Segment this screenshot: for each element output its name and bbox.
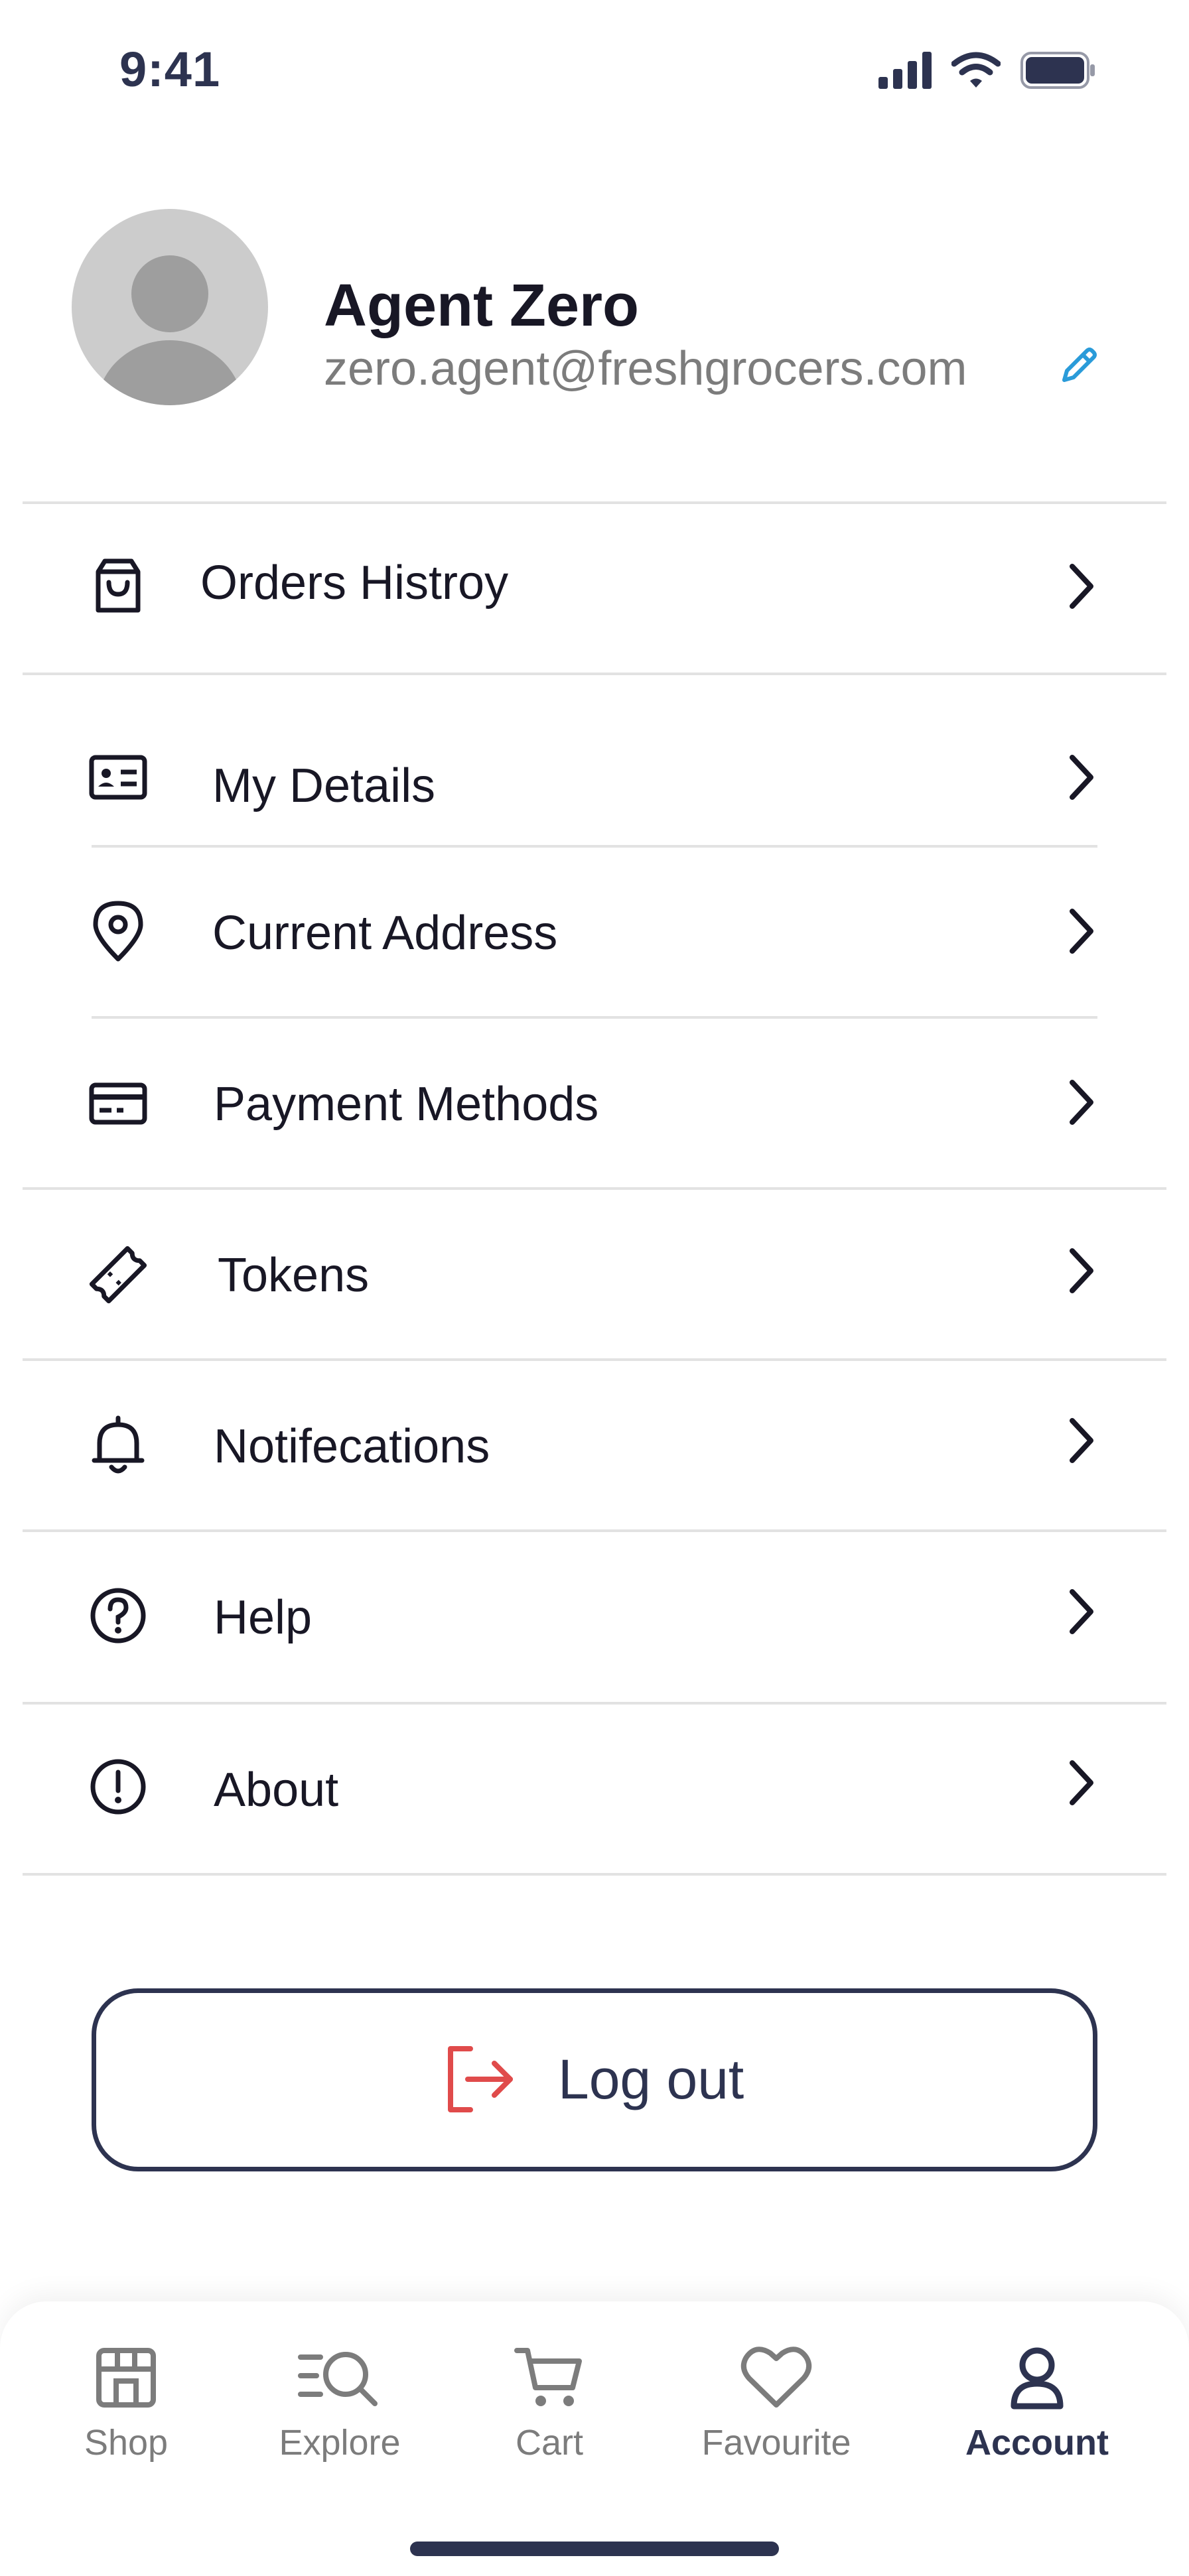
chevron-right-icon (1070, 1080, 1093, 1125)
divider (23, 1358, 1166, 1361)
divider (92, 1016, 1097, 1019)
menu-item-notifications[interactable]: Notifecations (0, 1378, 1189, 1511)
profile-name: Agent Zero (324, 273, 640, 339)
question-circle-icon (90, 1588, 146, 1643)
tab-label: Favourite (701, 2423, 851, 2463)
logout-button[interactable]: Log out (92, 1988, 1097, 2171)
logout-icon (448, 2046, 513, 2112)
explore-search-icon (298, 2352, 378, 2406)
battery-icon (1020, 52, 1095, 89)
menu-item-orders-history[interactable]: Orders Histroy (0, 520, 1189, 653)
tab-account[interactable]: Account (954, 2341, 1120, 2487)
store-icon (96, 2348, 156, 2408)
divider (23, 1187, 1166, 1190)
menu-item-label: Notifecations (214, 1420, 490, 1473)
menu-item-label: Payment Methods (214, 1078, 599, 1131)
menu-item-about[interactable]: About (0, 1720, 1189, 1853)
edit-pencil-icon[interactable] (1055, 342, 1103, 389)
menu-item-payment-methods[interactable]: Payment Methods (0, 1036, 1189, 1169)
menu-item-label: Current Address (212, 907, 558, 960)
home-indicator (410, 2542, 779, 2556)
chevron-right-icon (1070, 564, 1093, 609)
chevron-right-icon (1070, 1589, 1093, 1634)
menu-item-label: Orders Histroy (200, 556, 509, 610)
tab-explore[interactable]: Explore (265, 2341, 414, 2487)
menu-item-my-details[interactable]: My Details (0, 716, 1189, 849)
bell-icon (92, 1415, 145, 1474)
menu-item-tokens[interactable]: Tokens (0, 1207, 1189, 1340)
wifi-icon (951, 52, 1001, 88)
menu-item-label: My Details (212, 759, 436, 812)
menu-item-label: Help (214, 1591, 313, 1644)
chevron-right-icon (1070, 909, 1093, 954)
id-card-icon (89, 755, 147, 800)
chevron-right-icon (1070, 1760, 1093, 1805)
status-bar: 9:41 (0, 0, 1189, 139)
user-icon (1011, 2347, 1064, 2410)
menu-item-current-address[interactable]: Current Address (0, 865, 1189, 998)
avatar-placeholder-icon (97, 255, 243, 405)
tab-shop[interactable]: Shop (60, 2341, 192, 2487)
menu-item-label: Tokens (218, 1249, 370, 1302)
divider (23, 1873, 1166, 1876)
tab-label: Explore (279, 2423, 401, 2463)
heart-icon (740, 2347, 812, 2408)
divider (23, 673, 1166, 675)
bottom-tab-bar: Shop Explore Cart Favourite Account (0, 2301, 1189, 2576)
cellular-signal-icon (878, 52, 932, 89)
tab-cart[interactable]: Cart (490, 2341, 609, 2487)
cart-icon (514, 2348, 582, 2406)
tab-favourite[interactable]: Favourite (683, 2341, 869, 2487)
profile-header: Agent Zero zero.agent@freshgrocers.com (0, 206, 1189, 405)
divider (23, 1529, 1166, 1532)
info-circle-icon (90, 1759, 146, 1815)
location-pin-icon (93, 901, 143, 962)
divider (23, 501, 1166, 504)
logout-label: Log out (558, 2048, 744, 2110)
divider (23, 1702, 1166, 1705)
menu-item-label: About (214, 1764, 339, 1817)
tab-label: Cart (515, 2423, 583, 2463)
credit-card-icon (89, 1082, 147, 1125)
menu-item-help[interactable]: Help (0, 1549, 1189, 1682)
chevron-right-icon (1070, 1418, 1093, 1463)
tab-label: Account (965, 2423, 1109, 2463)
status-icons (878, 52, 1096, 89)
shopping-bag-icon (96, 558, 141, 613)
ticket-icon (89, 1246, 147, 1304)
profile-email: zero.agent@freshgrocers.com (324, 342, 967, 395)
status-time: 9:41 (119, 42, 221, 97)
chevron-right-icon (1070, 755, 1093, 800)
avatar (72, 209, 268, 405)
tab-label: Shop (84, 2423, 169, 2463)
chevron-right-icon (1070, 1248, 1093, 1293)
